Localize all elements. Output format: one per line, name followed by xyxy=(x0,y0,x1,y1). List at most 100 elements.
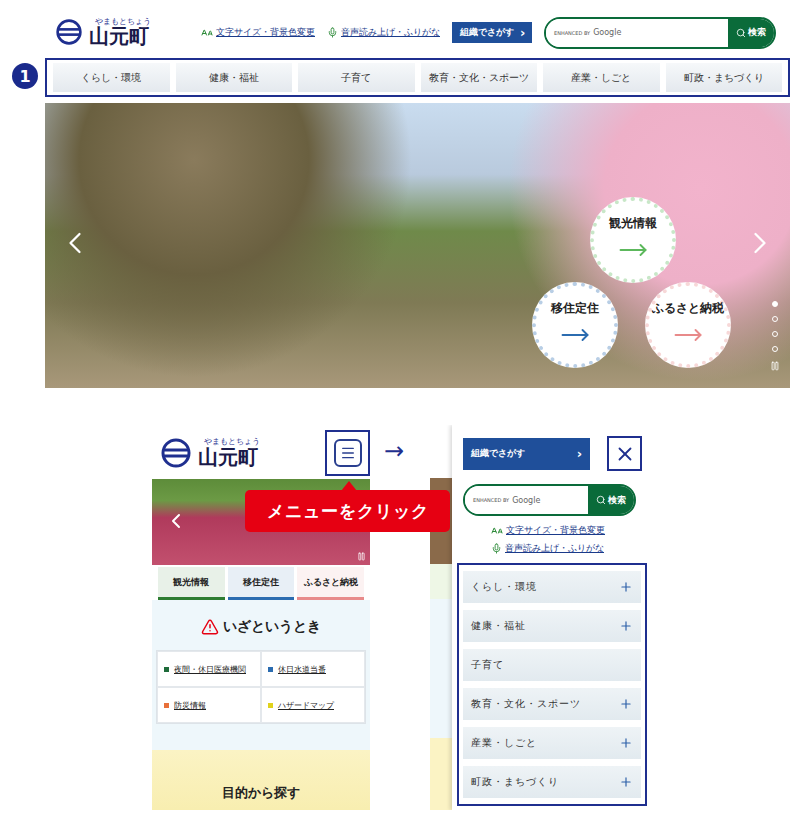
mobile-tab[interactable]: 移住定住 xyxy=(228,567,295,600)
text-size-link[interactable]: 文字サイズ・背景色変更 xyxy=(491,524,648,537)
close-button[interactable] xyxy=(607,436,642,471)
menu-button[interactable] xyxy=(325,430,370,476)
mobile-tab[interactable]: 観光情報 xyxy=(158,567,225,600)
org-search-button[interactable]: 組織でさがす› xyxy=(463,438,590,470)
hero-bubble[interactable]: 移住定住 xyxy=(532,282,618,368)
prev-slide[interactable] xyxy=(57,225,93,261)
chevron-right-icon xyxy=(742,225,778,261)
town-emblem-icon xyxy=(55,18,83,46)
search-button[interactable]: 検索 xyxy=(728,19,774,47)
warning-icon xyxy=(201,618,219,636)
expand-icon[interactable] xyxy=(619,775,633,789)
slide-dot[interactable] xyxy=(772,301,778,307)
search-input[interactable]: ENHANCED BYGoogle xyxy=(546,19,728,47)
menu-item[interactable]: 子育て xyxy=(463,649,641,681)
search-brand: Google xyxy=(593,28,621,37)
nav-tab[interactable]: 産業・しごと xyxy=(543,63,660,92)
desktop-screenshot: やまもとちょう山元町 文字サイズ・背景色変更音声読み上げ・ふりがな組織でさがす› E… xyxy=(45,10,790,388)
emergency-section: いざというとき夜間・休日医療機関休日水道当番防災情報ハザードマップ xyxy=(152,600,370,750)
logo-name: 山元町 xyxy=(89,26,151,47)
click-callout: メニューをクリック xyxy=(245,490,450,532)
emergency-link[interactable]: 夜間・休日医療機関 xyxy=(157,651,261,687)
nav-tab[interactable]: くらし・環境 xyxy=(53,63,170,92)
nav-tab[interactable]: 健康・福祉 xyxy=(176,63,293,92)
nav-tab[interactable]: 子育て xyxy=(298,63,415,92)
menu-list: くらし・環境健康・福祉子育て教育・文化・スポーツ産業・しごと町政・まちづくり xyxy=(457,563,647,806)
emergency-links: 夜間・休日医療機関休日水道当番防災情報ハザードマップ xyxy=(156,650,366,724)
emergency-link[interactable]: ハザードマップ xyxy=(261,687,365,723)
logo-name: 山元町 xyxy=(198,447,260,468)
microphone-icon xyxy=(491,543,502,554)
search-brand: Google xyxy=(512,496,540,505)
pause-icon[interactable] xyxy=(770,361,780,371)
slide-dots xyxy=(770,301,780,371)
close-icon xyxy=(614,443,636,465)
search-badge: ENHANCED BY xyxy=(554,30,590,36)
menu-panel: 組織でさがす›ENHANCED BYGoogle検索文字サイズ・背景色変更音声読… xyxy=(452,425,648,810)
microphone-icon xyxy=(327,27,338,38)
page: 1やまもとちょう山元町文字サイズ・背景色変更音声読み上げ・ふりがな組織でさがす›… xyxy=(0,0,800,829)
chevron-left-icon xyxy=(57,225,93,261)
mobile-tabs: 観光情報移住定住ふるさと納税 xyxy=(152,565,370,600)
emergency-title: いざというとき xyxy=(201,618,321,636)
purpose-section-title: 目的から探す xyxy=(152,750,370,810)
site-search: ENHANCED BYGoogle検索 xyxy=(463,484,636,516)
site-logo[interactable]: やまもとちょう山元町 xyxy=(160,437,260,469)
hero-bubble[interactable]: ふるさと納税 xyxy=(645,282,731,368)
next-slide[interactable] xyxy=(742,225,778,261)
mobile-home-screenshot: やまもとちょう山元町観光情報移住定住ふるさと納税いざというとき夜間・休日医療機関… xyxy=(152,425,370,810)
global-nav: くらし・環境健康・福祉子育て教育・文化・スポーツ産業・しごと町政・まちづくり xyxy=(45,58,790,97)
magnifier-icon xyxy=(596,495,606,505)
utility-links: 文字サイズ・背景色変更音声読み上げ・ふりがな xyxy=(463,524,648,555)
search-button[interactable]: 検索 xyxy=(588,486,634,514)
expand-icon[interactable] xyxy=(619,697,633,711)
menu-item[interactable]: くらし・環境 xyxy=(463,571,641,603)
pause-icon[interactable] xyxy=(357,552,366,561)
emergency-link[interactable]: 防災情報 xyxy=(157,687,261,723)
voice-link[interactable]: 音声読み上げ・ふりがな xyxy=(327,26,440,39)
expand-icon[interactable] xyxy=(619,619,633,633)
nav-tab[interactable]: 教育・文化・スポーツ xyxy=(421,63,538,92)
nav-tab[interactable]: 町政・まちづくり xyxy=(666,63,783,92)
org-search-button[interactable]: 組織でさがす› xyxy=(452,22,532,43)
magnifier-icon xyxy=(736,28,746,38)
mobile-menu-screenshot: 組織でさがす›ENHANCED BYGoogle検索文字サイズ・背景色変更音声読… xyxy=(430,425,648,810)
town-emblem-icon xyxy=(160,437,192,469)
hamburger-icon xyxy=(340,445,356,461)
text-size-link[interactable]: 文字サイズ・背景色変更 xyxy=(201,26,315,39)
site-search: ENHANCED BYGoogle検索 xyxy=(544,17,776,49)
slide-dot[interactable] xyxy=(772,331,778,337)
chevron-left-icon[interactable] xyxy=(164,509,188,533)
step-arrow: → xyxy=(370,437,430,465)
text-size-icon xyxy=(201,27,213,39)
emergency-link[interactable]: 休日水道当番 xyxy=(261,651,365,687)
arrow-right-icon xyxy=(673,320,703,350)
search-badge: ENHANCED BY xyxy=(473,497,509,503)
mobile-tab[interactable]: ふるさと納税 xyxy=(297,567,364,600)
arrow-right-icon xyxy=(560,320,590,350)
search-input[interactable]: ENHANCED BYGoogle xyxy=(465,486,588,514)
menu-item[interactable]: 町政・まちづくり xyxy=(463,766,641,798)
logo-kana: やまもとちょう xyxy=(89,18,151,26)
text-size-icon xyxy=(491,525,503,537)
mobile-header: やまもとちょう山元町 xyxy=(152,425,370,478)
hero-photo: 観光情報移住定住ふるさと納税 xyxy=(45,103,790,388)
arrow-right-icon xyxy=(618,235,648,265)
slide-dot[interactable] xyxy=(772,316,778,322)
logo-kana: やまもとちょう xyxy=(198,438,260,446)
expand-icon[interactable] xyxy=(619,736,633,750)
annotation-badge: 1 xyxy=(12,63,38,89)
slide-dot[interactable] xyxy=(772,346,778,352)
hero-bubble[interactable]: 観光情報 xyxy=(590,197,676,283)
utility-links: 文字サイズ・背景色変更音声読み上げ・ふりがな組織でさがす› xyxy=(201,22,532,43)
background-page xyxy=(430,425,452,810)
menu-item[interactable]: 健康・福祉 xyxy=(463,610,641,642)
mobile-section: やまもとちょう山元町観光情報移住定住ふるさと納税いざというとき夜間・休日医療機関… xyxy=(0,425,800,810)
menu-item[interactable]: 産業・しごと xyxy=(463,727,641,759)
expand-icon[interactable] xyxy=(619,580,633,594)
site-logo[interactable]: やまもとちょう山元町 xyxy=(55,18,151,47)
site-header: やまもとちょう山元町 文字サイズ・背景色変更音声読み上げ・ふりがな組織でさがす› E… xyxy=(45,10,790,55)
menu-item[interactable]: 教育・文化・スポーツ xyxy=(463,688,641,720)
voice-link[interactable]: 音声読み上げ・ふりがな xyxy=(491,542,648,555)
desktop-section: 1 やまもとちょう山元町 文字サイズ・背景色変更音声読み上げ・ふりがな組織でさがす›… xyxy=(0,0,800,388)
